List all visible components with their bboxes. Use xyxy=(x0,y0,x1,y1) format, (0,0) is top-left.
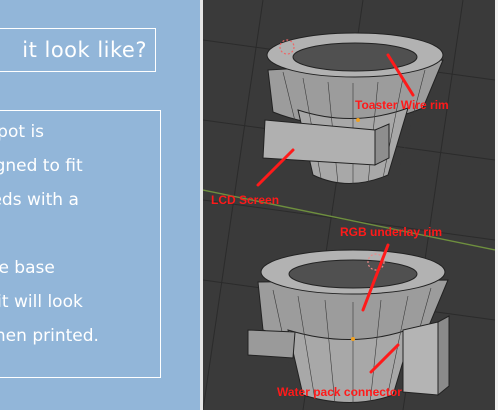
pot-model-bottom xyxy=(247,249,450,406)
slide-left-panel: it look like? n pot is signed to fit eed… xyxy=(0,0,205,410)
callout-toaster-wire-rim: Toaster Wire rim xyxy=(355,98,449,112)
description-line: (: xyxy=(0,217,154,251)
description-line: eeds with a xyxy=(0,190,79,210)
callout-lcd-screen: LCD Screen xyxy=(211,193,280,207)
callout-water-pack-connector: Water pack connector xyxy=(277,385,402,399)
description-line: signed to fit xyxy=(0,156,83,176)
description-line: h it will look xyxy=(0,292,83,312)
callout-rgb-underlay-rim: RGB underlay rim xyxy=(340,225,443,239)
description-line: the base xyxy=(0,258,55,278)
description-line: n pot is xyxy=(0,122,45,142)
3d-viewport[interactable]: Toaster Wire rim LCD Screen RGB underlay… xyxy=(200,0,498,410)
description-box: n pot is signed to fit eeds with a (: th… xyxy=(0,110,161,378)
section-heading: it look like? xyxy=(0,28,156,72)
description-line: when printed. xyxy=(0,326,99,346)
